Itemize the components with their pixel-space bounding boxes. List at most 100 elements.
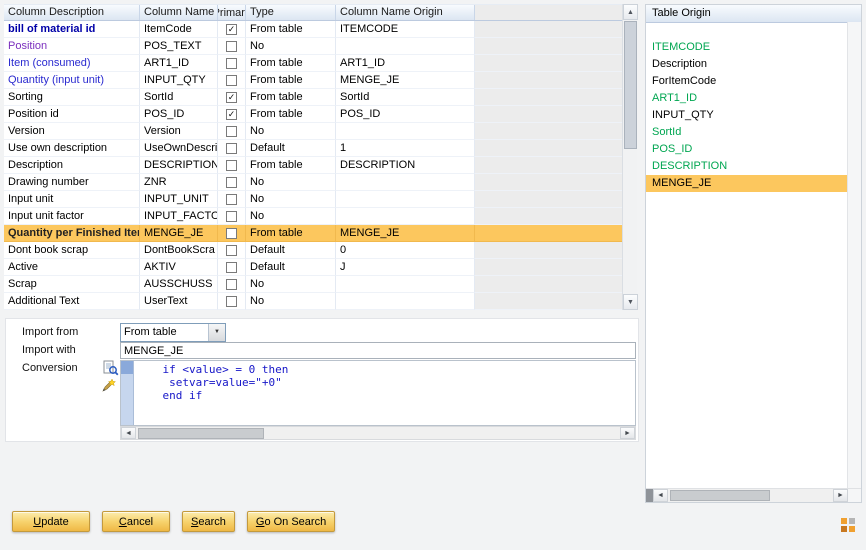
chevron-down-icon[interactable]: ▼ <box>208 324 225 341</box>
import-with-input[interactable] <box>120 342 636 359</box>
cell-column-description: Input unit <box>4 191 140 208</box>
cell-column-name: AUSSCHUSS <box>140 276 218 293</box>
origin-list-item[interactable]: ITEMCODE <box>646 39 848 56</box>
table-row[interactable]: Position idPOS_ID✓From tablePOS_ID <box>4 106 622 123</box>
scrollbar-thumb[interactable] <box>138 428 264 439</box>
primary-checkbox[interactable] <box>226 41 237 52</box>
origin-list-item[interactable]: DESCRIPTION <box>646 158 848 175</box>
cell-column-name-origin: ITEMCODE <box>336 21 475 38</box>
column-mapping-window: Column DescriptionColumn NamePrimaryType… <box>0 0 866 550</box>
primary-checkbox[interactable] <box>226 126 237 137</box>
table-row[interactable]: Use own descriptionUseOwnDescriDefault1 <box>4 140 622 157</box>
primary-checkbox[interactable] <box>226 296 237 307</box>
scroll-left-arrow[interactable]: ◄ <box>653 489 668 502</box>
table-row[interactable]: SortingSortId✓From tableSortId <box>4 89 622 106</box>
cell-filler <box>475 89 622 106</box>
primary-checkbox[interactable] <box>226 160 237 171</box>
table-row[interactable]: Additional TextUserTextNo <box>4 293 622 310</box>
origin-list-item[interactable]: INPUT_QTY <box>646 107 848 124</box>
column-header-type[interactable]: Type <box>246 5 336 20</box>
primary-checkbox[interactable] <box>226 211 237 222</box>
origin-list-item[interactable]: MENGE_JE <box>646 175 848 192</box>
scrollbar-track[interactable] <box>668 489 833 502</box>
table-row[interactable]: Input unitINPUT_UNITNo <box>4 191 622 208</box>
go-on-search-button[interactable]: Go On Search <box>247 511 335 532</box>
origin-list-item[interactable]: ForItemCode <box>646 73 848 90</box>
primary-checkbox[interactable]: ✓ <box>226 24 237 35</box>
cell-column-name: INPUT_UNIT <box>140 191 218 208</box>
primary-checkbox[interactable]: ✓ <box>226 109 237 120</box>
cell-column-name-origin <box>336 123 475 140</box>
primary-checkbox[interactable] <box>226 262 237 273</box>
cell-primary <box>218 157 246 174</box>
column-header-column-name-origin[interactable]: Column Name Origin <box>336 5 475 20</box>
cell-column-name-origin: MENGE_JE <box>336 225 475 242</box>
primary-checkbox[interactable] <box>226 194 237 205</box>
cell-type: Default <box>246 259 336 276</box>
table-row[interactable]: ScrapAUSSCHUSSNo <box>4 276 622 293</box>
form-settings-icon[interactable] <box>841 518 856 533</box>
primary-checkbox[interactable] <box>226 177 237 188</box>
table-row[interactable]: Quantity per Finished ItemMENGE_JEFrom t… <box>4 225 622 242</box>
wizard-pencil-icon[interactable] <box>100 378 116 394</box>
column-header-column-name[interactable]: Column Name <box>140 5 218 20</box>
origin-list-item[interactable] <box>646 22 848 39</box>
table-row[interactable]: Item (consumed)ART1_IDFrom tableART1_ID <box>4 55 622 72</box>
cell-primary <box>218 174 246 191</box>
primary-checkbox[interactable] <box>226 279 237 290</box>
code-area[interactable]: if <value> = 0 then setvar=value="+0" en… <box>134 361 635 425</box>
editor-horizontal-scrollbar[interactable]: ◄ ► <box>120 426 636 440</box>
primary-checkbox[interactable] <box>226 75 237 86</box>
primary-checkbox[interactable]: ✓ <box>226 92 237 103</box>
primary-checkbox[interactable] <box>226 245 237 256</box>
cell-primary <box>218 208 246 225</box>
cell-filler <box>475 72 622 89</box>
origin-list-item[interactable]: SortId <box>646 124 848 141</box>
scrollbar-thumb[interactable] <box>670 490 770 501</box>
conversion-code-editor[interactable]: if <value> = 0 then setvar=value="+0" en… <box>120 360 636 426</box>
origin-vertical-scrollbar[interactable] <box>847 22 861 488</box>
cell-column-description: Description <box>4 157 140 174</box>
scroll-down-arrow[interactable]: ▼ <box>623 294 638 310</box>
column-header-primary[interactable]: Primary <box>218 5 246 20</box>
table-row[interactable]: DescriptionDESCRIPTIONFrom tableDESCRIPT… <box>4 157 622 174</box>
column-header-column-description[interactable]: Column Description <box>4 5 140 20</box>
scrollbar-track[interactable] <box>136 427 620 439</box>
scroll-right-arrow[interactable]: ► <box>833 489 848 502</box>
table-scrollbar-thumb[interactable] <box>624 21 637 149</box>
update-button[interactable]: Update <box>12 511 90 532</box>
cell-filler <box>475 259 622 276</box>
search-button[interactable]: Search <box>182 511 235 532</box>
origin-list-item[interactable]: ART1_ID <box>646 90 848 107</box>
import-from-select[interactable]: From table ▼ <box>120 323 226 342</box>
origin-list-item[interactable]: Description <box>646 56 848 73</box>
table-row[interactable]: PositionPOS_TEXTNo <box>4 38 622 55</box>
cell-filler <box>475 191 622 208</box>
cell-type: No <box>246 276 336 293</box>
table-row[interactable]: Quantity (input unit)INPUT_QTYFrom table… <box>4 72 622 89</box>
scroll-left-arrow[interactable]: ◄ <box>121 427 136 439</box>
table-row[interactable]: bill of material idItemCode✓From tableIT… <box>4 21 622 38</box>
table-row[interactable]: VersionVersionNo <box>4 123 622 140</box>
cell-filler <box>475 157 622 174</box>
origin-panel-title: Table Origin <box>646 5 861 23</box>
primary-checkbox[interactable] <box>226 143 237 154</box>
table-row[interactable]: Dont book scrapDontBookScraDefault0 <box>4 242 622 259</box>
cell-type: No <box>246 293 336 310</box>
cancel-button[interactable]: Cancel <box>102 511 170 532</box>
cell-column-description: Drawing number <box>4 174 140 191</box>
table-row[interactable]: Input unit factorINPUT_FACTONo <box>4 208 622 225</box>
check-syntax-icon[interactable] <box>103 360 119 376</box>
origin-horizontal-scrollbar[interactable]: ◄ ► <box>646 488 861 502</box>
table-row[interactable]: ActiveAKTIVDefaultJ <box>4 259 622 276</box>
cell-column-name: AKTIV <box>140 259 218 276</box>
scroll-right-arrow[interactable]: ► <box>620 427 635 439</box>
primary-checkbox[interactable] <box>226 58 237 69</box>
origin-list-item[interactable]: POS_ID <box>646 141 848 158</box>
table-vertical-scrollbar[interactable]: ▲ ▼ <box>622 4 637 310</box>
table-row[interactable]: Drawing numberZNRNo <box>4 174 622 191</box>
scrollbar-grip[interactable] <box>646 489 653 502</box>
scroll-up-arrow[interactable]: ▲ <box>623 4 638 20</box>
primary-checkbox[interactable] <box>226 228 237 239</box>
cell-filler <box>475 140 622 157</box>
